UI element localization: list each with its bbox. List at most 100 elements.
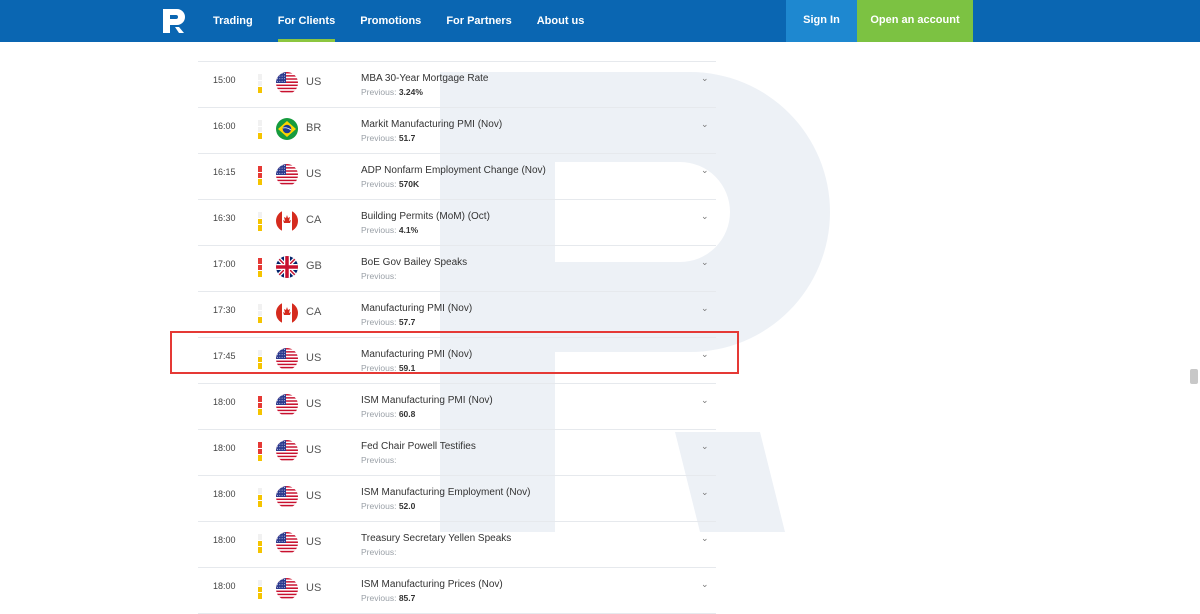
event-row[interactable]: 17:00 GB BoE Gov Bailey Speaks Previous: ⌄ <box>198 246 716 292</box>
event-name: Markit Manufacturing PMI (Nov) <box>361 119 503 130</box>
event-name: ISM Manufacturing Prices (Nov) <box>361 579 503 590</box>
previous-value: Previous: <box>361 271 396 281</box>
previous-number: 52.0 <box>398 501 416 511</box>
country-code: US <box>306 352 322 364</box>
previous-label: Previous: <box>361 409 397 419</box>
importance-indicator <box>258 442 262 462</box>
chevron-down-icon[interactable]: ⌄ <box>701 579 709 590</box>
event-name: MBA 30-Year Mortgage Rate <box>361 73 489 84</box>
nav-about-us[interactable]: About us <box>537 0 585 42</box>
previous-number: 51.7 <box>398 133 416 143</box>
event-row[interactable]: 16:15 US ADP Nonfarm Employment Change (No… <box>198 154 716 200</box>
country-code: CA <box>306 214 322 226</box>
chevron-down-icon[interactable]: ⌄ <box>701 487 709 498</box>
chevron-down-icon[interactable]: ⌄ <box>701 119 709 130</box>
event-name: Manufacturing PMI (Nov) <box>361 349 473 360</box>
event-name: Treasury Secretary Yellen Speaks <box>361 533 512 544</box>
us-flag-icon <box>276 486 298 508</box>
previous-label: Previous: <box>361 455 397 465</box>
us-flag-icon <box>276 532 298 554</box>
previous-label: Previous: <box>361 133 397 143</box>
event-time: 18:00 <box>213 581 236 591</box>
event-time: 18:00 <box>213 489 236 499</box>
event-time: 17:00 <box>213 259 236 269</box>
previous-label: Previous: <box>361 87 397 97</box>
previous-label: Previous: <box>361 363 397 373</box>
previous-value: Previous: 52.0 <box>361 501 415 511</box>
country-code: US <box>306 444 322 456</box>
event-name: BoE Gov Bailey Speaks <box>361 257 468 268</box>
event-row[interactable]: 16:00 BR Markit Manufacturing PMI (Nov) Pre… <box>198 108 716 154</box>
nav-promotions[interactable]: Promotions <box>360 0 421 42</box>
chevron-down-icon[interactable]: ⌄ <box>701 533 709 544</box>
event-name: Building Permits (MoM) (Oct) <box>361 211 490 222</box>
br-flag-icon <box>276 118 298 140</box>
ca-flag-icon <box>276 302 298 324</box>
previous-number: 59.1 <box>398 363 416 373</box>
chevron-down-icon[interactable]: ⌄ <box>701 257 709 268</box>
previous-value: Previous: 570K <box>361 179 419 189</box>
us-flag-icon <box>276 164 298 186</box>
event-row[interactable]: 18:00 US ISM Manufacturing Prices (Nov) Pre… <box>198 568 716 614</box>
country-code: US <box>306 398 322 410</box>
event-time: 18:00 <box>213 443 236 453</box>
chevron-down-icon[interactable]: ⌄ <box>701 73 709 84</box>
importance-indicator <box>258 304 262 324</box>
previous-value: Previous: <box>361 547 396 557</box>
main-nav: Trading For Clients Promotions For Partn… <box>213 0 609 42</box>
event-row-highlighted[interactable]: 17:45 US Manufacturing PMI (Nov) Previous: … <box>198 338 716 384</box>
country-code: GB <box>306 260 322 272</box>
us-flag-icon <box>276 578 298 600</box>
previous-value: Previous: 60.8 <box>361 409 415 419</box>
nav-trading[interactable]: Trading <box>213 0 253 42</box>
importance-indicator <box>258 258 262 278</box>
importance-indicator <box>258 534 262 554</box>
importance-indicator <box>258 580 262 600</box>
roboforex-logo-icon[interactable] <box>160 7 188 35</box>
event-row[interactable]: 18:00 US ISM Manufacturing Employment (Nov… <box>198 476 716 522</box>
importance-indicator <box>258 488 262 508</box>
ca-flag-icon <box>276 210 298 232</box>
chevron-down-icon[interactable]: ⌄ <box>701 303 709 314</box>
event-row[interactable]: 15:00 US MBA 30-Year Mortgage Rate Previous… <box>198 62 716 108</box>
nav-for-clients[interactable]: For Clients <box>277 0 336 42</box>
chevron-down-icon[interactable]: ⌄ <box>701 349 709 360</box>
previous-label: Previous: <box>361 179 397 189</box>
event-row[interactable]: 18:00 US Treasury Secretary Yellen Speaks P… <box>198 522 716 568</box>
country-code: US <box>306 582 322 594</box>
previous-number: 57.7 <box>398 317 416 327</box>
sign-in-button[interactable]: Sign In <box>786 0 857 42</box>
scrollbar-thumb[interactable] <box>1190 369 1198 384</box>
us-flag-icon <box>276 440 298 462</box>
top-navigation-bar: Trading For Clients Promotions For Partn… <box>0 0 1200 42</box>
country-code: US <box>306 76 322 88</box>
us-flag-icon <box>276 72 298 94</box>
us-flag-icon <box>276 394 298 416</box>
previous-number: 570K <box>398 179 420 189</box>
us-flag-icon <box>276 348 298 370</box>
event-row[interactable]: 18:00 US ISM Manufacturing PMI (Nov) Previo… <box>198 384 716 430</box>
event-row[interactable]: 17:30 CA Manufacturing PMI (Nov) Previous: … <box>198 292 716 338</box>
chevron-down-icon[interactable]: ⌄ <box>701 165 709 176</box>
nav-for-partners[interactable]: For Partners <box>446 0 511 42</box>
chevron-down-icon[interactable]: ⌄ <box>701 211 709 222</box>
open-account-button[interactable]: Open an account <box>857 0 973 42</box>
country-code: US <box>306 168 322 180</box>
previous-number: 4.1% <box>398 225 419 235</box>
previous-value: Previous: <box>361 455 396 465</box>
event-time: 15:00 <box>213 75 236 85</box>
importance-indicator <box>258 350 262 370</box>
chevron-down-icon[interactable]: ⌄ <box>701 441 709 452</box>
event-time: 18:00 <box>213 535 236 545</box>
importance-indicator <box>258 166 262 186</box>
previous-label: Previous: <box>361 225 397 235</box>
country-code: US <box>306 490 322 502</box>
economic-calendar-list: Previous: 1.8%15:00USMBA 30-Year Mortgag… <box>198 1 716 614</box>
event-time: 18:00 <box>213 397 236 407</box>
event-row[interactable]: 18:00 US Fed Chair Powell Testifies Previou… <box>198 430 716 476</box>
previous-label: Previous: <box>361 547 397 557</box>
event-time: 16:15 <box>213 167 236 177</box>
chevron-down-icon[interactable]: ⌄ <box>701 395 709 406</box>
previous-label: Previous: <box>361 317 397 327</box>
event-row[interactable]: 16:30 CA Building Permits (MoM) (Oct) Previ… <box>198 200 716 246</box>
